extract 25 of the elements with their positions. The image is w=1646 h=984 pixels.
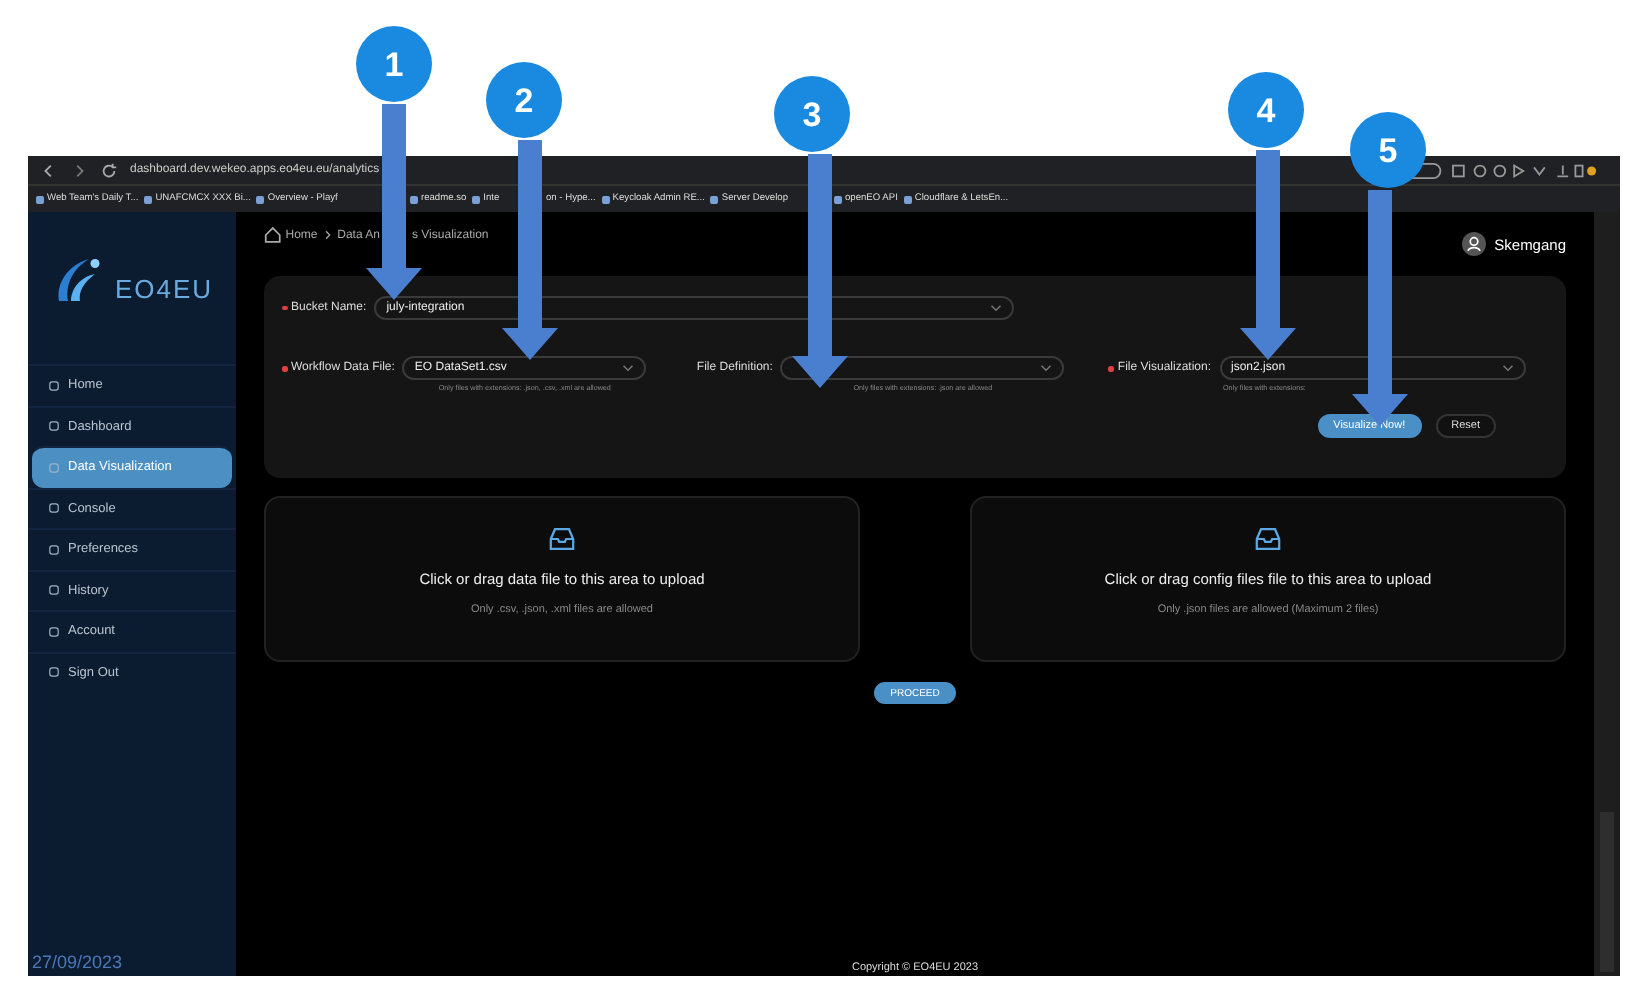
chevron-down-icon (622, 364, 635, 372)
chevron-down-icon (990, 304, 1003, 312)
inbox-icon (1254, 526, 1282, 552)
callout-marker: 3 (774, 76, 850, 152)
chevron-down-icon (1040, 364, 1053, 372)
home-icon (264, 226, 282, 244)
menu-item-icon (48, 625, 60, 638)
callout-marker: 4 (1228, 72, 1304, 148)
menu-item-icon (48, 502, 60, 515)
menu-item-icon (48, 379, 60, 392)
reload-icon[interactable] (100, 161, 118, 179)
callout-marker: 2 (486, 62, 562, 138)
callout-marker: 1 (356, 26, 432, 102)
menu-item-icon (48, 584, 60, 597)
date-text: 27/09/2023 (30, 952, 125, 976)
logo-text: EO4EU (114, 273, 214, 303)
inbox-icon (548, 526, 576, 552)
user-avatar-icon (1462, 232, 1487, 256)
menu-item-icon (48, 420, 60, 433)
chevron-down-icon (1501, 364, 1514, 372)
menu-item-icon (48, 543, 60, 556)
menu-item-icon (48, 666, 60, 679)
callout-marker: 5 (1350, 112, 1426, 188)
menu-item-icon (48, 461, 60, 474)
chevron-right-icon (323, 230, 332, 240)
